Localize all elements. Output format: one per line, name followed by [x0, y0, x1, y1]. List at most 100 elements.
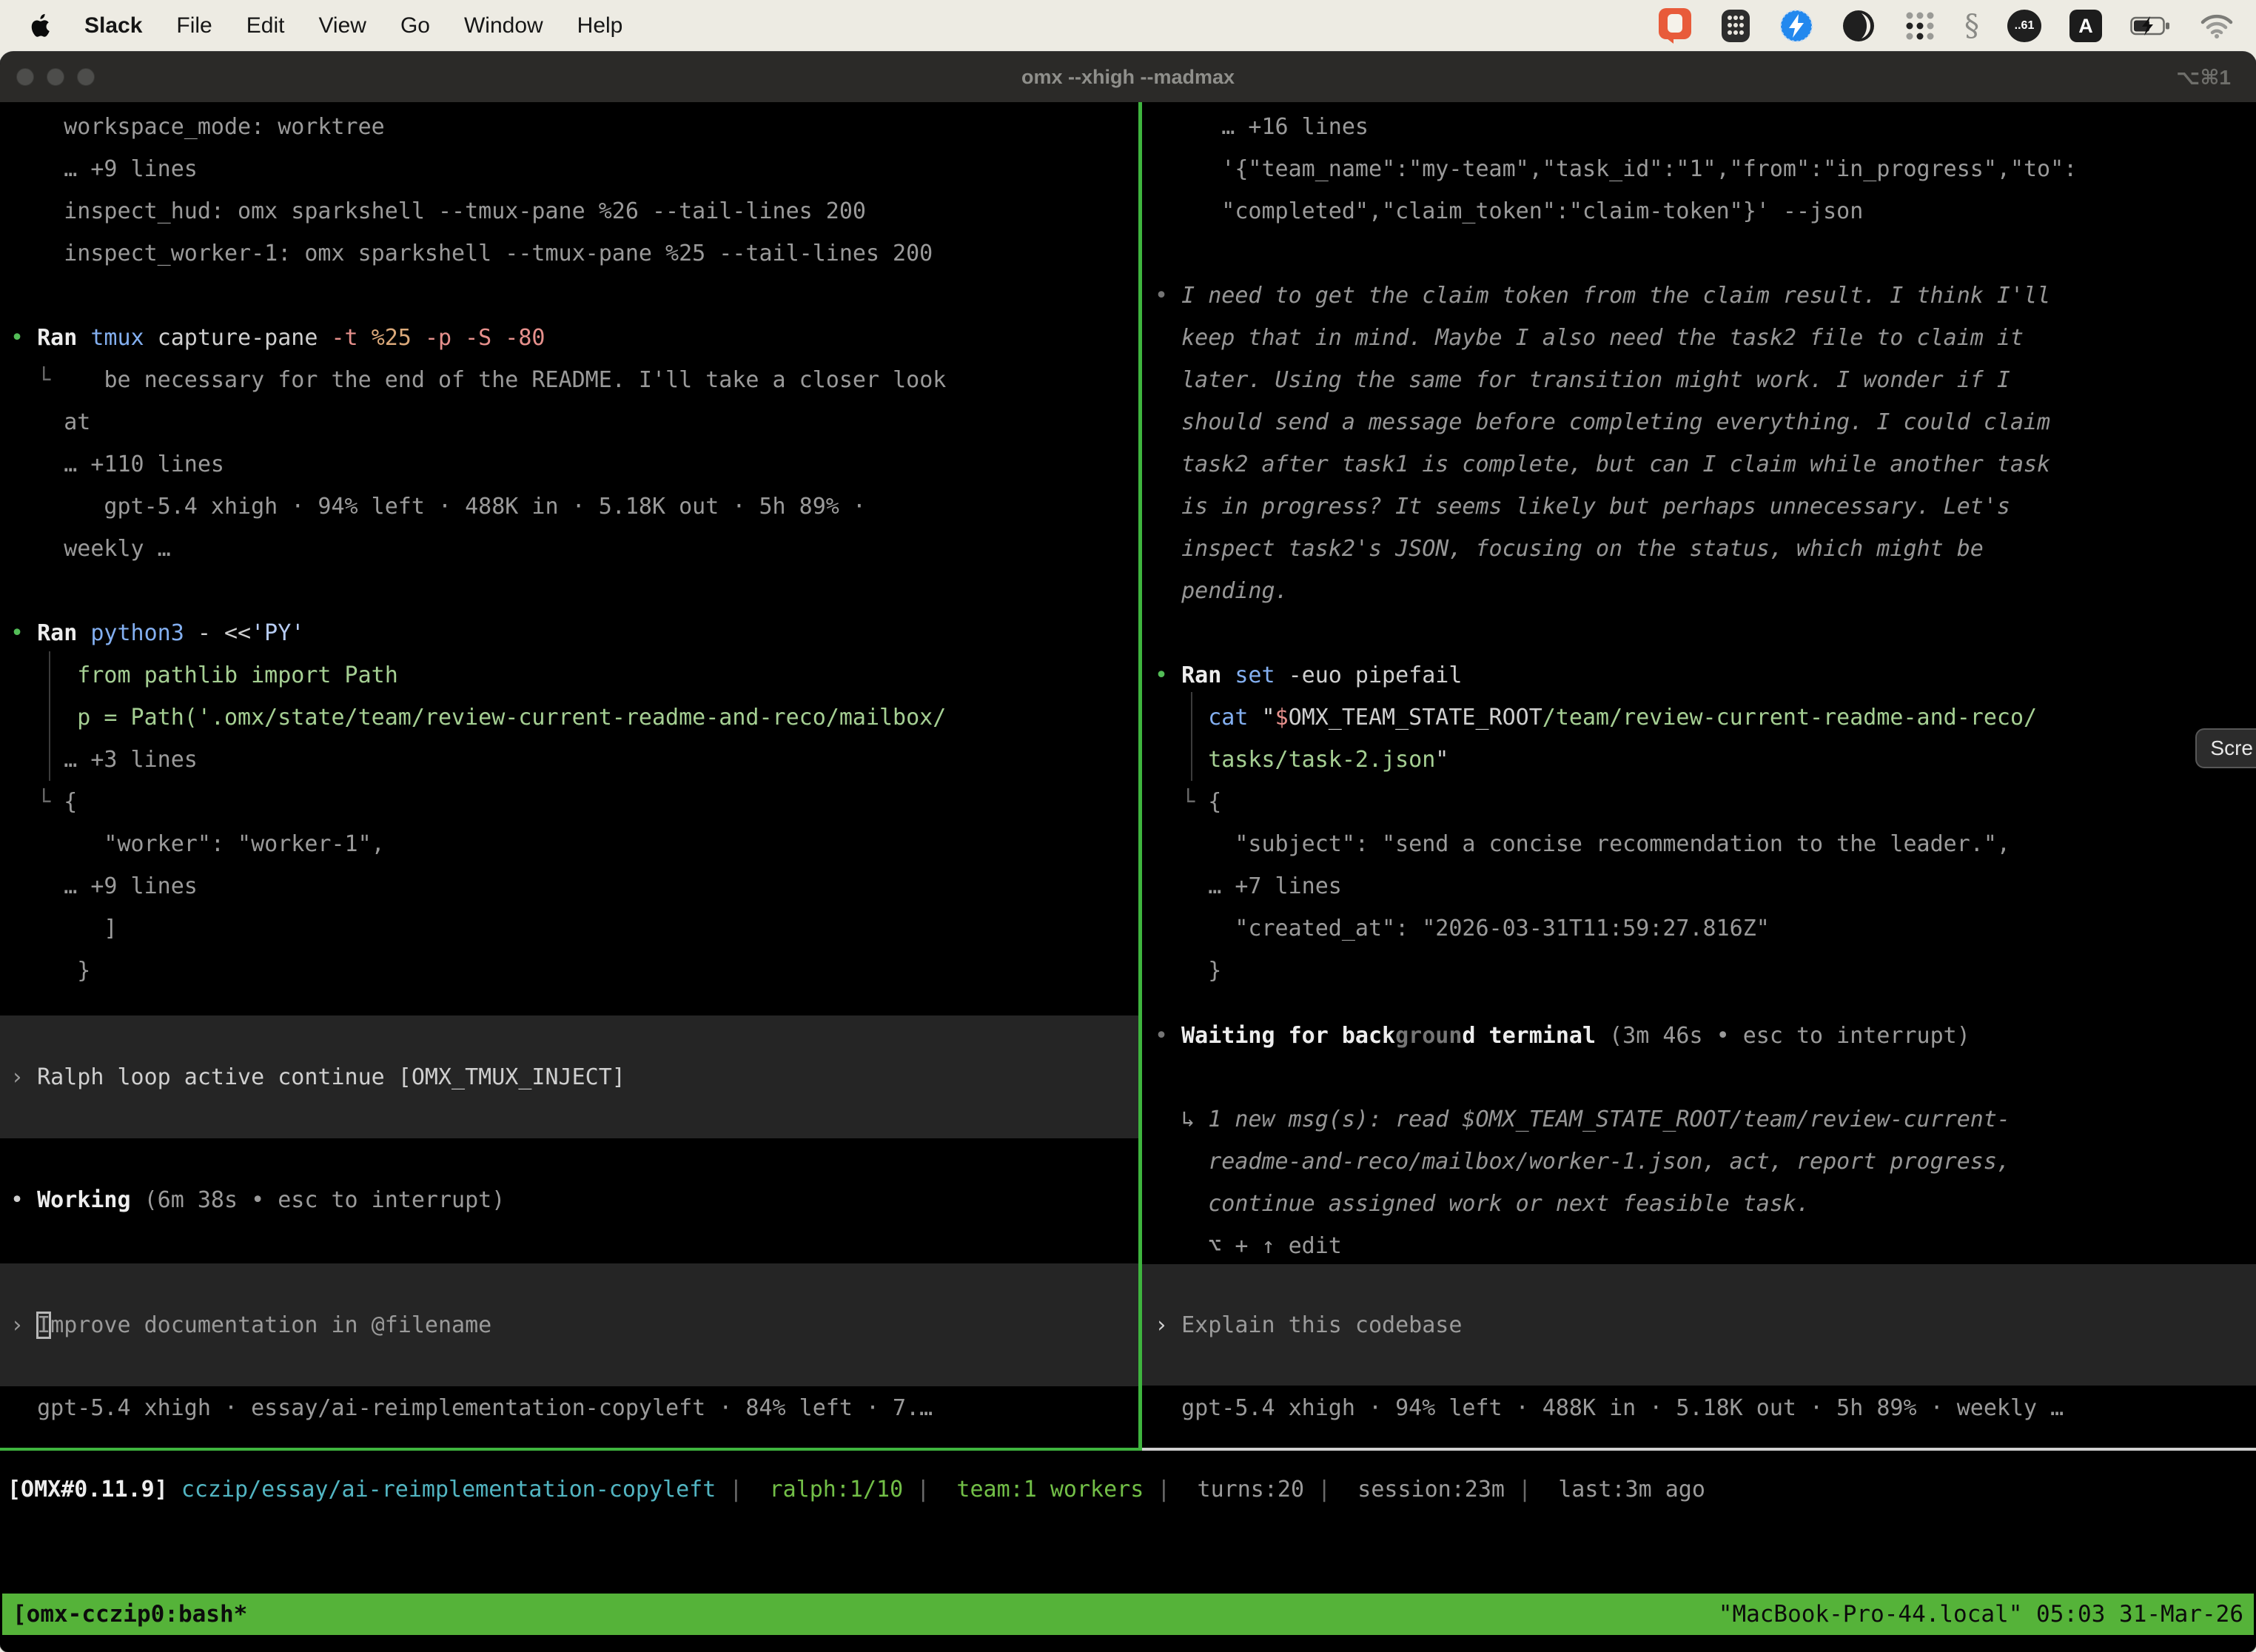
working-line: • Working (6m 38s • esc to interrupt) — [10, 1179, 505, 1221]
terminal-line: inspect_hud: omx sparkshell --tmux-pane … — [10, 190, 946, 232]
text-segment: Waiting for back — [1181, 1023, 1395, 1049]
text-segment: { — [64, 789, 77, 815]
left-prompt-text: › Improve documentation in @filename — [10, 1304, 491, 1346]
terminal-line: ⌥ + ↑ edit — [1155, 1225, 2010, 1267]
screen-overlay-button[interactable]: Scre — [2195, 728, 2256, 768]
inject-banner-text: › Ralph loop active continue [OMX_TMUX_I… — [10, 1056, 625, 1098]
inject-banner: › Ralph loop active continue [OMX_TMUX_I… — [0, 1015, 1138, 1138]
window-title: omx --xhigh --madmax — [1021, 66, 1235, 89]
text-segment: gpt-5.4 xhigh · 94% left · 488K in · 5.1… — [1155, 1395, 2064, 1421]
terminal-line: … +7 lines — [1155, 865, 2077, 907]
dots-grid-icon[interactable] — [1904, 10, 1936, 42]
right-waiting-status: • Waiting for background terminal (3m 46… — [1155, 1015, 1970, 1057]
text-segment: "subject": "send a concise recommendatio… — [1155, 831, 2010, 857]
tmux-session-label[interactable]: [omx-cczip0:bash* — [13, 1601, 247, 1628]
text-segment: last:3m ago — [1558, 1477, 1705, 1502]
text-segment — [1155, 747, 1208, 773]
right-mailbox-note: ↳ 1 new msg(s): read $OMX_TEAM_STATE_ROO… — [1155, 1098, 2010, 1267]
terminal-line: later. Using the same for transition mig… — [1155, 359, 2077, 401]
count-badge-icon[interactable]: ..61 — [2007, 10, 2041, 42]
text-segment: " — [1262, 705, 1275, 731]
terminal-window: omx --xhigh --madmax ⌥⌘1 workspace_mode:… — [0, 52, 2256, 1652]
wifi-icon[interactable] — [2200, 13, 2234, 38]
left-working-status: • Working (6m 38s • esc to interrupt) — [10, 1179, 505, 1221]
terminal-line: } — [10, 950, 946, 992]
menu-item-slack[interactable]: Slack — [84, 13, 142, 38]
terminal-line: cat "$OMX_TEAM_STATE_ROOT/team/review-cu… — [1155, 696, 2077, 739]
terminal-line: gpt-5.4 xhigh · 94% left · 488K in · 5.1… — [10, 486, 946, 528]
pane-divider[interactable] — [1138, 102, 1142, 1451]
terminal-line: is in progress? It seems likely but perh… — [1155, 486, 2077, 528]
terminal-line: "worker": "worker-1", — [10, 823, 946, 865]
keypad-shield-icon[interactable] — [1720, 9, 1751, 43]
text-segment: • — [1155, 662, 1181, 688]
text-segment: inspect_hud: omx sparkshell --tmux-pane … — [10, 198, 866, 224]
zoom-button[interactable] — [77, 68, 95, 86]
battery-icon[interactable] — [2130, 16, 2172, 36]
text-segment: … +3 lines — [10, 747, 198, 773]
titlebar[interactable]: omx --xhigh --madmax ⌥⌘1 — [0, 52, 2256, 102]
text-segment: readme-and-reco/mailbox/worker-1.json, a… — [1155, 1149, 2010, 1175]
text-segment: be necessary for the end of the README. … — [104, 367, 946, 393]
screen-record-icon[interactable] — [1658, 7, 1692, 44]
text-segment: I — [37, 1312, 50, 1338]
text-segment: } — [10, 958, 90, 984]
input-source-icon[interactable]: A — [2069, 10, 2102, 42]
terminal-line: continue assigned work or next feasible … — [1155, 1183, 2010, 1225]
text-segment: › — [10, 1064, 37, 1090]
text-segment: › — [10, 1312, 37, 1338]
menu-item-file[interactable]: File — [176, 13, 212, 38]
text-segment: └ — [10, 367, 104, 393]
apple-menu-icon[interactable] — [25, 11, 50, 41]
right-model-statusline: gpt-5.4 xhigh · 94% left · 488K in · 5.1… — [1155, 1387, 2064, 1429]
waiting-line: • Waiting for background terminal (3m 46… — [1155, 1015, 1970, 1057]
text-segment: is in progress? It seems likely but perh… — [1155, 494, 2010, 520]
right-prompt-input[interactable]: › Explain this codebase — [1142, 1264, 2256, 1386]
text-segment: team:1 workers — [956, 1477, 1157, 1502]
terminal-line: tasks/task-2.json" — [1155, 739, 2077, 781]
text-segment: ↳ — [1155, 1107, 1208, 1132]
code-block-guide-line — [49, 651, 50, 781]
menu-item-help[interactable]: Help — [577, 13, 623, 38]
text-segment: later. Using the same for transition mig… — [1155, 367, 2010, 393]
right-pane-output: … +16 lines '{"team_name":"my-team","tas… — [1155, 106, 2077, 992]
right-pane-border — [1142, 1448, 2256, 1451]
left-prompt-input[interactable]: › Improve documentation in @filename — [0, 1263, 1138, 1386]
left-status-text: gpt-5.4 xhigh · essay/ai-reimplementatio… — [10, 1387, 933, 1429]
text-segment: … +16 lines — [1155, 114, 1369, 140]
text-segment: at — [10, 409, 90, 435]
text-segment: | — [1157, 1477, 1197, 1502]
left-pane-output: workspace_mode: worktree … +9 lines insp… — [10, 106, 946, 992]
terminal-line — [1155, 612, 2077, 654]
text-segment: mprove documentation in @filename — [50, 1312, 491, 1338]
text-segment: %25 — [372, 325, 425, 351]
terminal-line: inspect_worker-1: omx sparkshell --tmux-… — [10, 232, 946, 275]
terminal-line: • Ran python3 - <<'PY' — [10, 612, 946, 654]
traffic-lights — [0, 68, 95, 86]
text-segment: pending. — [1155, 578, 1289, 604]
menu-item-window[interactable]: Window — [464, 13, 543, 38]
bolt-circle-icon[interactable] — [1779, 9, 1813, 43]
text-segment: └ — [1155, 789, 1208, 815]
text-segment: } — [1155, 958, 1221, 984]
text-segment: Ran — [37, 620, 90, 646]
minimize-button[interactable] — [47, 68, 64, 86]
text-segment: set — [1235, 662, 1288, 688]
menu-item-go[interactable]: Go — [400, 13, 430, 38]
close-button[interactable] — [16, 68, 34, 86]
crescent-circle-icon[interactable] — [1842, 9, 1876, 43]
terminal-line: • Ran tmux capture-pane -t %25 -p -S -80 — [10, 317, 946, 359]
terminal-line: weekly … — [10, 528, 946, 570]
menu-item-view[interactable]: View — [318, 13, 366, 38]
menu-item-edit[interactable]: Edit — [246, 13, 285, 38]
text-segment: 1 new msg(s): read $OMX_TEAM_STATE_ROOT/… — [1208, 1107, 2010, 1132]
squiggle-icon[interactable]: § — [1964, 9, 1979, 43]
text-segment: (3m 46s • esc to interrupt) — [1609, 1023, 1970, 1049]
text-segment: cat — [1208, 705, 1261, 731]
text-segment: '{"team_name":"my-team","task_id":"1","f… — [1155, 156, 2077, 182]
text-segment: • — [10, 1187, 37, 1213]
text-segment: gpt-5.4 xhigh · essay/ai-reimplementatio… — [10, 1395, 933, 1421]
text-segment: [OMX#0.11.9] — [7, 1477, 181, 1502]
text-segment: from pathlib import Path — [10, 662, 398, 688]
text-segment: -p -S -80 — [425, 325, 545, 351]
